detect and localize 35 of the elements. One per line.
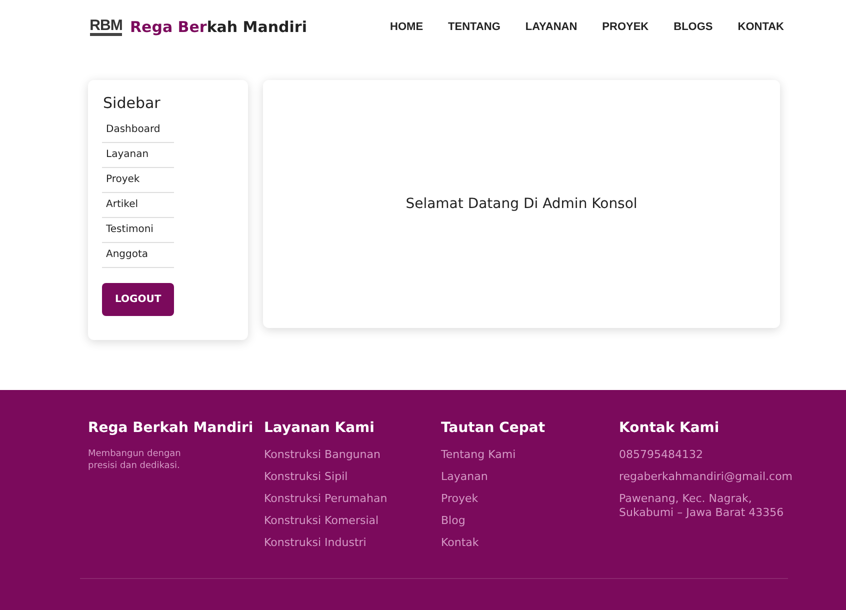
nav-link[interactable]: KONTAK: [738, 21, 784, 33]
logout-button[interactable]: LOGOUT: [102, 283, 174, 316]
nav-link[interactable]: TENTANG: [448, 21, 500, 33]
footer-text: Pawenang, Kec. Nagrak, Sukabumi – Jawa Barat 43356: [619, 492, 785, 520]
footer-text: 085795484132: [619, 448, 704, 462]
nav-link[interactable]: BLOGS: [674, 21, 713, 33]
welcome-message: Selamat Datang Di Admin Konsol: [406, 196, 638, 212]
footer-text: regaberkahmandiri@gmail.com: [619, 470, 789, 484]
sidebar-item[interactable]: Layanan: [102, 143, 174, 168]
footer-link[interactable]: Blog: [441, 514, 619, 528]
footer-link[interactable]: Konstruksi Industri: [264, 536, 441, 550]
footer-link[interactable]: Kontak: [441, 536, 619, 550]
sidebar-item[interactable]: Anggota: [102, 243, 174, 268]
footer-link[interactable]: Proyek: [441, 492, 619, 506]
nav-link[interactable]: HOME: [390, 21, 424, 33]
nav-link[interactable]: LAYANAN: [525, 21, 578, 33]
nav-link[interactable]: PROYEK: [602, 21, 649, 33]
footer-heading: Layanan Kami: [264, 420, 376, 436]
footer-heading: Tautan Cepat: [441, 420, 546, 436]
brand-name[interactable]: Rega Berkah Mandiri: [130, 18, 307, 36]
footer-link[interactable]: Konstruksi Perumahan: [264, 492, 441, 506]
footer-link[interactable]: Tentang Kami: [441, 448, 619, 462]
footer-heading: Kontak Kami: [619, 420, 720, 436]
sidebar-title: Sidebar: [103, 94, 162, 112]
footer-link[interactable]: Layanan: [441, 470, 619, 484]
footer-text: Membangun dengan presisi dan dedikasi.: [88, 448, 182, 472]
logo: RBM: [90, 18, 122, 36]
footer-link[interactable]: Konstruksi Sipil: [264, 470, 441, 484]
footer-link[interactable]: Konstruksi Komersial: [264, 514, 441, 528]
footer-heading: Rega Berkah Mandiri: [88, 420, 254, 436]
footer-link[interactable]: Konstruksi Bangunan: [264, 448, 441, 462]
sidebar-item[interactable]: Testimoni: [102, 218, 174, 243]
sidebar-item[interactable]: Proyek: [102, 168, 174, 193]
sidebar-item[interactable]: Artikel: [102, 193, 174, 218]
sidebar-item[interactable]: Dashboard: [102, 118, 174, 143]
